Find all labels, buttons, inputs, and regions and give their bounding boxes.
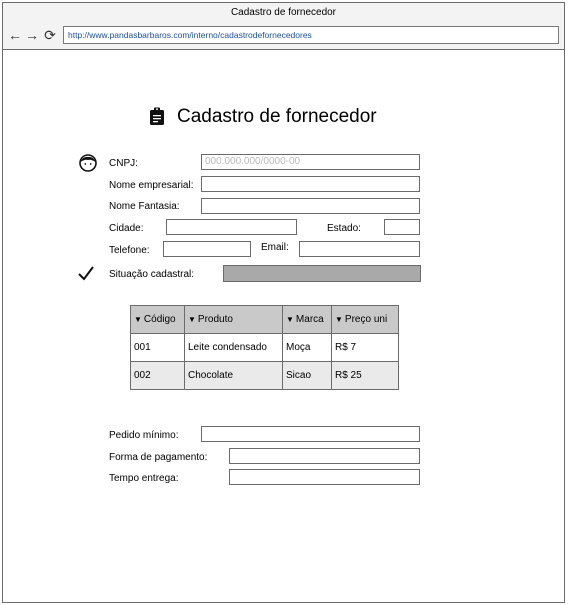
cell-marca: Moça xyxy=(282,333,332,362)
forma-pagamento-label: Forma de pagamento: xyxy=(109,452,208,463)
estado-label: Estado: xyxy=(327,223,361,234)
pedido-minimo-input[interactable] xyxy=(201,426,420,442)
nome-fantasia-input[interactable] xyxy=(201,198,420,214)
sort-down-icon: ▼ xyxy=(286,315,294,324)
cell-codigo: 002 xyxy=(130,361,185,390)
column-header-marca[interactable]: ▼ Marca xyxy=(282,305,332,334)
reload-icon[interactable]: ⟳ xyxy=(43,27,57,43)
cnpj-input[interactable]: 000.000.000/0000-00 xyxy=(201,154,420,170)
checkmark-icon xyxy=(78,266,94,281)
nome-fantasia-label: Nome Fantasia: xyxy=(109,201,180,212)
column-header-preco[interactable]: ▼ Preço uni xyxy=(331,305,399,334)
email-input[interactable] xyxy=(299,241,420,257)
cnpj-label: CNPJ: xyxy=(109,158,138,169)
back-arrow-icon[interactable]: ← xyxy=(8,27,22,43)
sort-down-icon: ▼ xyxy=(134,315,142,324)
column-header-codigo[interactable]: ▼ Código xyxy=(130,305,185,334)
situacao-cadastral-label: Situação cadastral: xyxy=(109,269,195,280)
cell-codigo: 001 xyxy=(130,333,185,362)
sort-down-icon: ▼ xyxy=(335,315,343,324)
estado-input[interactable] xyxy=(384,219,420,235)
sort-down-icon: ▼ xyxy=(188,315,196,324)
tempo-entrega-input[interactable] xyxy=(229,469,420,485)
forma-pagamento-input[interactable] xyxy=(229,448,420,464)
table-row[interactable]: 001 Leite condensado Moça R$ 7 xyxy=(130,333,399,362)
pedido-minimo-label: Pedido mínimo: xyxy=(109,430,179,441)
page-title: Cadastro de fornecedor xyxy=(177,106,377,127)
column-header-produto[interactable]: ▼ Produto xyxy=(184,305,283,334)
cell-preco: R$ 7 xyxy=(331,333,399,362)
clipboard-icon xyxy=(150,107,164,125)
browser-window: Cadastro de fornecedor ← → ⟳ http://www.… xyxy=(2,2,565,603)
table-row[interactable]: 002 Chocolate Sicao R$ 25 xyxy=(130,361,399,390)
email-label: Email: xyxy=(261,242,289,253)
tempo-entrega-label: Tempo entrega: xyxy=(109,473,179,484)
products-table: ▼ Código ▼ Produto ▼ Marca ▼ Preço uni 001 L… xyxy=(130,305,399,390)
table-header-row: ▼ Código ▼ Produto ▼ Marca ▼ Preço uni xyxy=(130,305,399,334)
nome-empresarial-label: Nome empresarial: xyxy=(109,180,194,191)
telefone-input[interactable] xyxy=(163,241,251,257)
nome-empresarial-input[interactable] xyxy=(201,176,420,192)
cell-produto: Chocolate xyxy=(184,361,283,390)
cidade-input[interactable] xyxy=(166,219,297,235)
user-face-icon xyxy=(79,154,97,172)
cell-preco: R$ 25 xyxy=(331,361,399,390)
browser-toolbar: ← → ⟳ http://www.pandasbarbaros.com/inte… xyxy=(3,23,564,50)
address-bar[interactable]: http://www.pandasbarbaros.com/interno/ca… xyxy=(63,26,559,44)
forward-arrow-icon[interactable]: → xyxy=(25,27,39,43)
cell-marca: Sicao xyxy=(282,361,332,390)
cidade-label: Cidade: xyxy=(109,223,144,234)
situacao-cadastral-status xyxy=(223,265,421,282)
window-title: Cadastro de fornecedor xyxy=(3,3,564,24)
telefone-label: Telefone: xyxy=(109,245,150,256)
cell-produto: Leite condensado xyxy=(184,333,283,362)
